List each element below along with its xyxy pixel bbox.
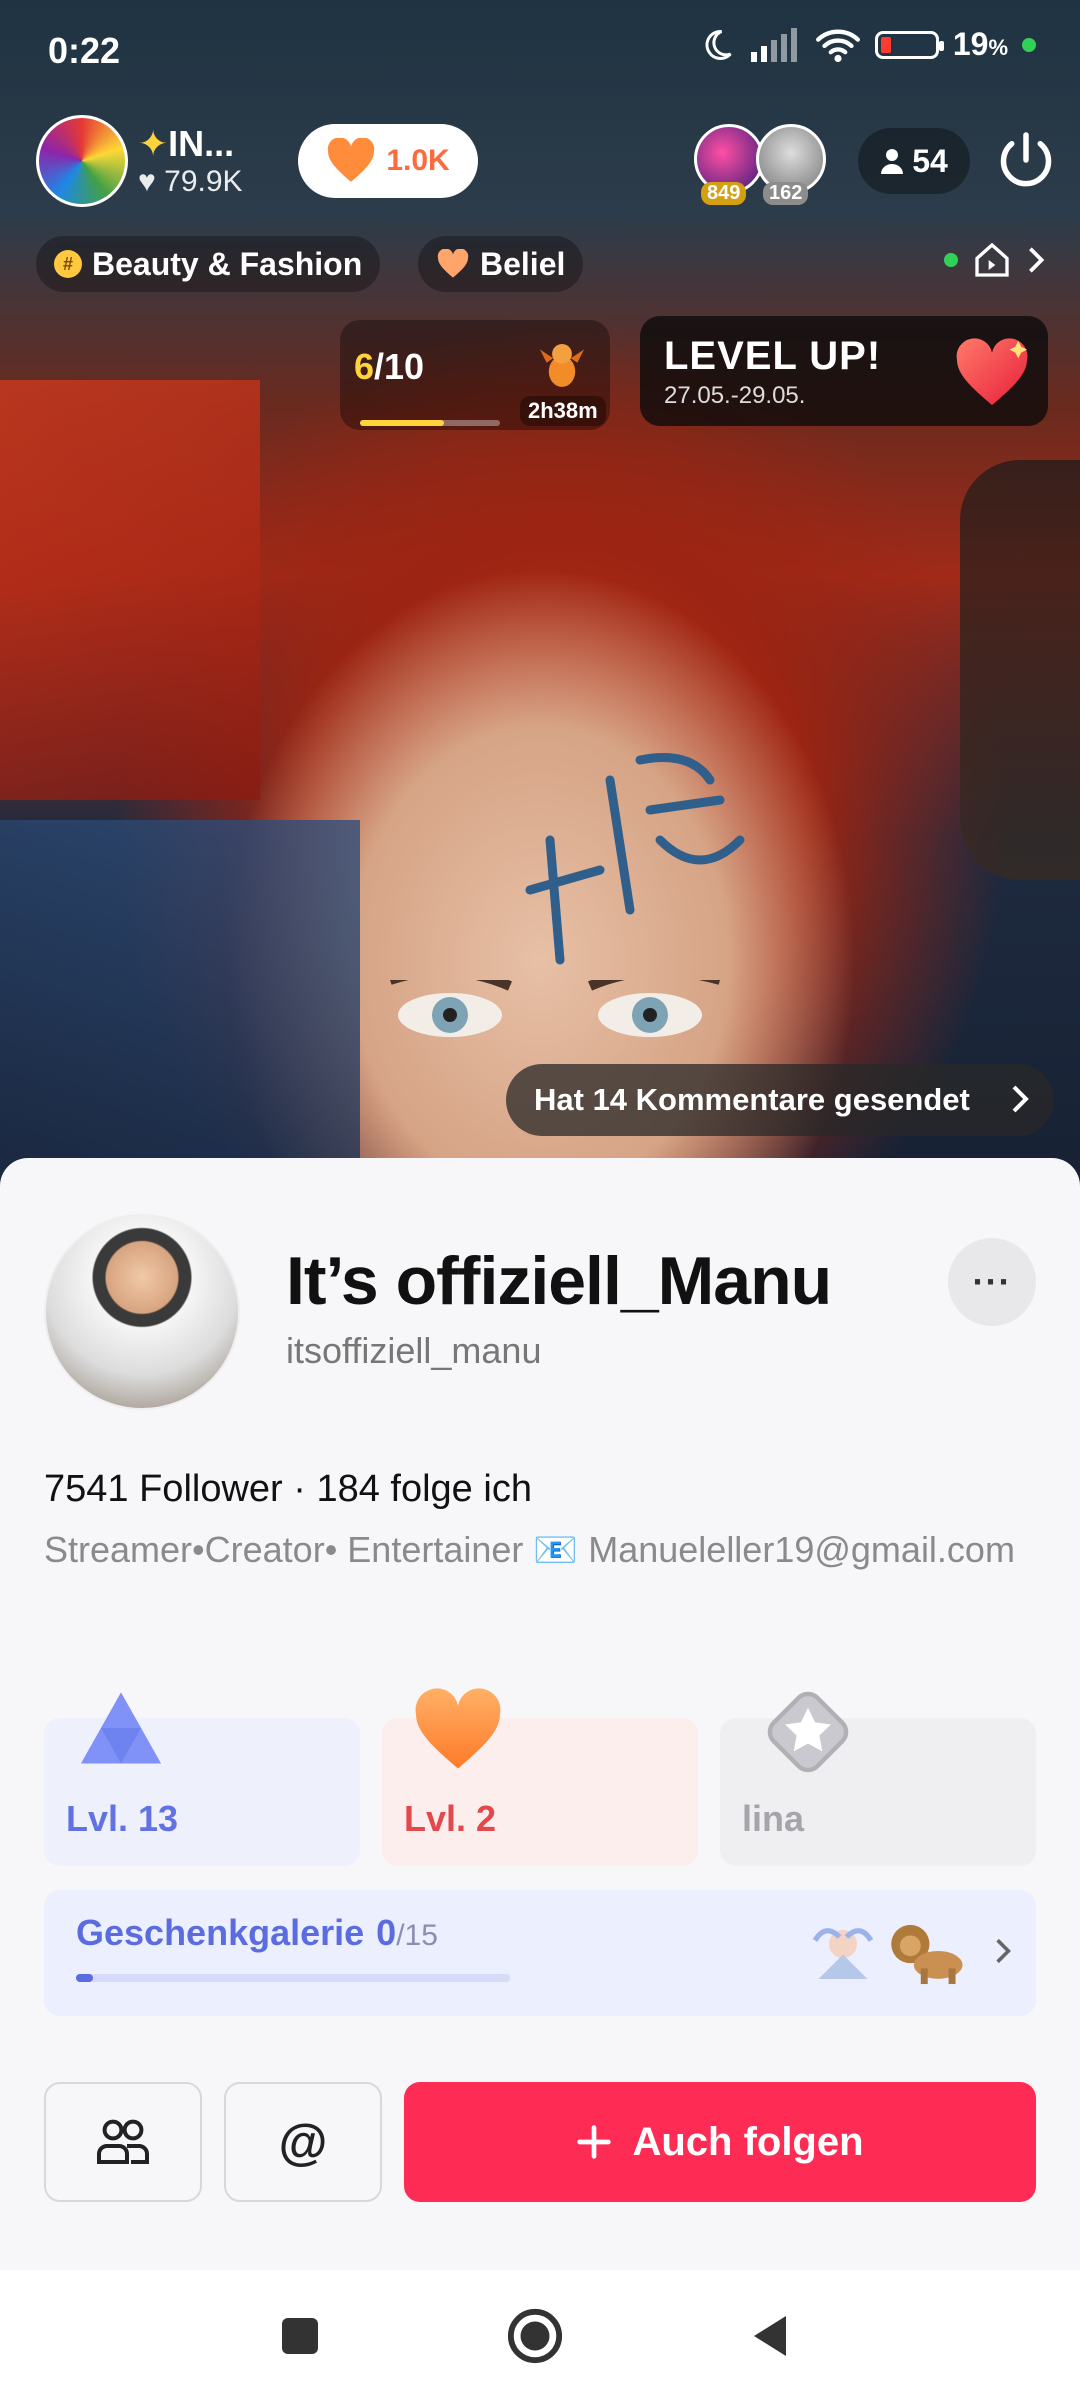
wifi-icon — [815, 29, 860, 62]
gift-gallery-title: Geschenkgalerie — [76, 1912, 365, 1953]
chevron-right-icon — [996, 1938, 1011, 1964]
close-live-icon[interactable] — [996, 130, 1056, 190]
profile-avatar[interactable] — [44, 1214, 240, 1410]
battery-level: 19 — [952, 26, 989, 62]
gift-angel-icon — [812, 1928, 874, 1979]
level-up-banner[interactable]: LEVEL UP! 27.05.-29.05. — [640, 316, 1048, 426]
gift-gallery[interactable]: Geschenkgalerie 0/15 — [44, 1890, 1036, 2016]
friends-button[interactable] — [44, 2082, 202, 2202]
category-label: Beauty & Fashion — [92, 245, 363, 282]
heart-icon — [415, 1688, 501, 1769]
fan-badge-label: Lvl. 2 — [404, 1798, 497, 1839]
plus-icon — [577, 2125, 612, 2159]
level-badge-label: Lvl. 13 — [66, 1798, 179, 1839]
team-badge-label: lina — [742, 1798, 805, 1839]
hashtag-icon: # — [54, 250, 82, 278]
video-bg-shape — [0, 820, 360, 1200]
follow-button-label: Auch folgen — [632, 2119, 864, 2164]
heart-icon — [437, 249, 469, 278]
viewer-badge: 162 — [763, 182, 809, 205]
fan-club-tag[interactable]: Beliel — [418, 236, 584, 292]
category-tag[interactable]: # Beauty & Fashion — [36, 236, 381, 292]
host-likes: 79.9K — [164, 165, 243, 198]
video-bg-shape — [0, 380, 260, 800]
gift-gallery-progress — [76, 1974, 510, 1982]
goal-total: /10 — [374, 346, 425, 387]
square-icon — [282, 2318, 318, 2354]
gift-gallery-total: /15 — [396, 1919, 438, 1952]
status-time: 0:22 — [48, 30, 121, 71]
mention-button[interactable]: @ — [224, 2082, 382, 2202]
battery-icon — [874, 30, 944, 59]
fan-badge[interactable]: Lvl. 2 — [382, 1688, 698, 1866]
top-viewers[interactable]: 849 162 — [694, 124, 826, 205]
fan-club-label: Beliel — [480, 245, 566, 282]
profile-stats: 7541 Follower · 184 folge ich — [44, 1468, 532, 1510]
home-button[interactable] — [505, 2306, 565, 2366]
level-badge[interactable]: Lvl. 13 — [44, 1692, 360, 1866]
recents-button[interactable] — [270, 2306, 330, 2366]
home-icon[interactable] — [972, 240, 1012, 280]
back-button[interactable] — [740, 2306, 800, 2366]
goal-progress-bar — [360, 420, 500, 426]
heart-small-icon: ♥ — [138, 165, 156, 198]
back-triangle-icon — [754, 2316, 786, 2356]
comment-notice[interactable]: Hat 14 Kommentare gesendet — [506, 1064, 1054, 1136]
system-nav-bar — [0, 2270, 1080, 2400]
heart-icon — [956, 338, 1028, 406]
viewer-count: 54 — [912, 142, 948, 179]
like-count: 1.0K — [386, 144, 450, 177]
team-badge[interactable]: lina — [720, 1691, 1036, 1866]
goal-timer: 2h38m — [520, 396, 606, 426]
people-icon — [97, 2119, 149, 2164]
star-badge-icon — [767, 1691, 849, 1773]
privacy-indicator — [1022, 37, 1036, 52]
video-bg-shape — [960, 460, 1080, 880]
chevron-right-icon — [1012, 1085, 1029, 1113]
comment-notice-text: Hat 14 Kommentare gesendet — [534, 1082, 970, 1117]
viewer-avatar[interactable]: 849 — [694, 124, 764, 205]
battery-unit: % — [988, 35, 1008, 60]
gift-gallery-count: 0 — [376, 1912, 397, 1953]
online-dot — [944, 253, 958, 267]
status-bar: 0:22 19% — [0, 0, 1080, 100]
video-face-detail — [390, 980, 720, 1037]
viewer-count-button[interactable]: 54 — [858, 128, 970, 194]
profile-bio: Streamer•Creator• Entertainer 📧 Manuelel… — [44, 1529, 1015, 1570]
like-button[interactable]: 1.0K — [298, 124, 478, 198]
more-options-button[interactable]: ··· — [948, 1238, 1036, 1326]
follow-button[interactable]: Auch folgen — [404, 2082, 1036, 2202]
chevron-right-icon[interactable] — [1026, 245, 1046, 275]
circle-home-icon — [507, 2308, 563, 2364]
viewer-avatar[interactable]: 162 — [756, 124, 826, 205]
signal-icon — [750, 27, 797, 62]
goal-current: 6 — [354, 346, 375, 387]
person-icon — [881, 149, 904, 174]
host-avatar[interactable] — [36, 115, 128, 207]
forehead-writing — [525, 753, 745, 965]
host-info[interactable]: ✦IN... ♥ 79.9K — [36, 115, 243, 207]
dragon-gift-icon — [540, 344, 584, 387]
level-up-title: LEVEL UP! — [664, 334, 882, 378]
profile-sheet: It’s offiziell_Manu itsoffiziell_manu ··… — [0, 1158, 1080, 2270]
profile-display-name: It’s offiziell_Manu — [286, 1243, 832, 1319]
profile-handle: itsoffiziell_manu — [286, 1330, 542, 1371]
moon-icon — [705, 29, 732, 60]
viewer-badge: 849 — [701, 182, 747, 205]
gift-lion-icon — [891, 1924, 963, 1985]
host-name: IN... — [168, 123, 235, 164]
level-up-dates: 27.05.-29.05. — [664, 382, 806, 409]
heart-icon — [328, 138, 375, 182]
more-rooms[interactable] — [944, 240, 1046, 280]
triangle-icon — [81, 1692, 161, 1764]
